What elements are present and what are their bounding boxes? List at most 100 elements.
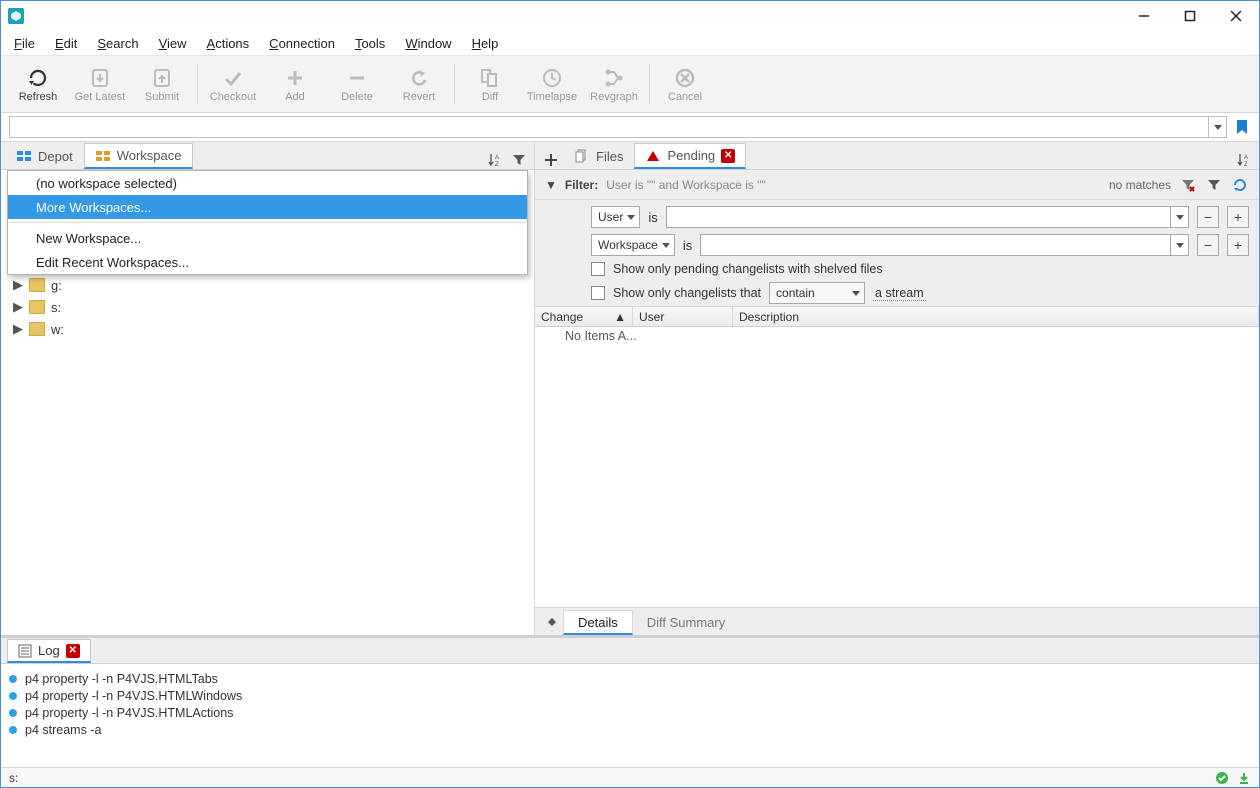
add-tab-icon[interactable] [539, 151, 563, 169]
expander-icon[interactable]: ▶ [13, 321, 23, 337]
workspace-option-none[interactable]: (no workspace selected) [8, 171, 527, 195]
shelved-checkbox[interactable] [591, 262, 605, 276]
remove-filter-button[interactable]: − [1197, 234, 1219, 256]
menu-bar: File Edit Search View Actions Connection… [1, 31, 1259, 55]
workspace-icon [95, 148, 111, 164]
close-log-icon[interactable]: ✕ [66, 644, 80, 658]
status-download-icon[interactable] [1237, 771, 1251, 785]
menu-edit[interactable]: Edit [46, 34, 86, 53]
grid-body: No Items A... [535, 327, 1259, 607]
workspace-option-edit[interactable]: Edit Recent Workspaces... [8, 250, 527, 274]
filter-no-matches: no matches [1109, 178, 1171, 192]
pending-icon [645, 148, 661, 164]
menu-window[interactable]: Window [396, 34, 460, 53]
toolbar-refresh[interactable]: Refresh [7, 58, 69, 110]
close-button[interactable] [1213, 1, 1259, 31]
work-area: Depot Workspace AZ (no workspace selecte… [1, 141, 1259, 635]
stream-checkbox[interactable] [591, 286, 605, 300]
tab-depot[interactable]: Depot [5, 143, 84, 169]
workspace-tree[interactable]: (no workspace selected) More Workspaces.… [1, 170, 534, 635]
folder-icon [29, 322, 45, 336]
toolbar-revgraph: Revgraph [583, 58, 645, 110]
depot-icon [16, 148, 32, 164]
close-tab-icon[interactable]: ✕ [721, 149, 735, 163]
tab-workspace-label: Workspace [117, 148, 182, 163]
address-dropdown-button[interactable] [1208, 117, 1226, 137]
workspace-option-more[interactable]: More Workspaces... [8, 195, 527, 219]
filter-field-user[interactable]: User [591, 206, 640, 228]
tree-item[interactable]: ▶s: [1, 296, 534, 318]
tree-item[interactable]: ▶w: [1, 318, 534, 340]
col-change[interactable]: Change▲ [535, 307, 633, 326]
log-panel: Log ✕ p4 property -l -n P4VJS.HTMLTabsp4… [1, 635, 1259, 767]
toolbar-separator [454, 64, 455, 104]
tab-files[interactable]: Files [563, 143, 634, 169]
tab-log[interactable]: Log ✕ [7, 639, 91, 663]
svg-text:Z: Z [1244, 162, 1248, 168]
tree-item[interactable]: ▶g: [1, 274, 534, 296]
title-bar [1, 1, 1259, 31]
status-ok-icon [1215, 771, 1229, 785]
right-pane: Files Pending ✕ AZ ▼ Filter: User is "" … [535, 142, 1259, 635]
detail-tabs: Details Diff Summary [535, 607, 1259, 635]
menu-file[interactable]: File [5, 34, 44, 53]
folder-icon [29, 278, 45, 292]
filter-workspace-value[interactable] [700, 234, 1189, 256]
menu-search[interactable]: Search [88, 34, 147, 53]
minimize-button[interactable] [1121, 1, 1167, 31]
filter-field-workspace[interactable]: Workspace [591, 234, 675, 256]
filter-user-value[interactable] [666, 206, 1189, 228]
filter-summary: User is "" and Workspace is "" [606, 178, 766, 192]
tab-diff-summary[interactable]: Diff Summary [633, 610, 740, 635]
menu-actions[interactable]: Actions [198, 34, 259, 53]
filter-icon[interactable] [1205, 176, 1223, 194]
tab-pending[interactable]: Pending ✕ [634, 143, 746, 169]
filter-icon[interactable] [510, 151, 528, 169]
remove-filter-button[interactable]: − [1197, 206, 1219, 228]
filter-collapse-icon[interactable]: ▼ [545, 178, 557, 192]
tab-workspace[interactable]: Workspace [84, 143, 193, 169]
sort-icon[interactable]: AZ [1235, 151, 1253, 169]
toolbar-timelapse: Timelapse [521, 58, 583, 110]
tab-details[interactable]: Details [563, 610, 633, 635]
left-pane: Depot Workspace AZ (no workspace selecte… [1, 142, 535, 635]
col-user[interactable]: User [633, 307, 733, 326]
log-body[interactable]: p4 property -l -n P4VJS.HTMLTabsp4 prope… [1, 664, 1259, 767]
toolbar-cancel: Cancel [654, 58, 716, 110]
workspace-option-new[interactable]: New Workspace... [8, 226, 527, 250]
menu-connection[interactable]: Connection [260, 34, 344, 53]
menu-help[interactable]: Help [463, 34, 508, 53]
log-tabs: Log ✕ [1, 638, 1259, 664]
address-input[interactable] [10, 117, 1208, 137]
toolbar-checkout: Checkout [202, 58, 264, 110]
address-combo[interactable] [9, 116, 1227, 138]
toolbar-separator [649, 64, 650, 104]
stream-contain-select[interactable]: contain [769, 282, 865, 304]
bookmark-icon[interactable] [1233, 118, 1251, 136]
grid-header: Change▲ User Description [535, 307, 1259, 327]
filter-is-label: is [648, 210, 657, 225]
expander-icon[interactable]: ▶ [13, 277, 23, 293]
maximize-button[interactable] [1167, 1, 1213, 31]
log-line: p4 property -l -n P4VJS.HTMLTabs [9, 670, 1251, 687]
col-description[interactable]: Description [733, 307, 1259, 326]
menu-view[interactable]: View [150, 34, 196, 53]
log-icon [18, 644, 32, 658]
sort-icon[interactable]: AZ [486, 151, 504, 169]
files-icon [574, 148, 590, 164]
clear-filter-icon[interactable] [1179, 176, 1197, 194]
main-toolbar: RefreshGet LatestSubmitCheckoutAddDelete… [1, 55, 1259, 113]
add-filter-button[interactable]: + [1227, 206, 1249, 228]
left-tabs: Depot Workspace AZ [1, 142, 534, 170]
filter-label: Filter: [565, 178, 598, 192]
workspace-selector-dropdown[interactable]: (no workspace selected) More Workspaces.… [7, 170, 528, 275]
expander-icon[interactable]: ▶ [13, 299, 23, 315]
log-bullet-icon [9, 726, 17, 734]
app-icon [8, 8, 24, 24]
tab-pending-label: Pending [667, 148, 715, 163]
log-bullet-icon [9, 692, 17, 700]
expand-details-icon[interactable] [541, 609, 563, 635]
refresh-icon[interactable] [1231, 176, 1249, 194]
menu-tools[interactable]: Tools [346, 34, 394, 53]
add-filter-button[interactable]: + [1227, 234, 1249, 256]
